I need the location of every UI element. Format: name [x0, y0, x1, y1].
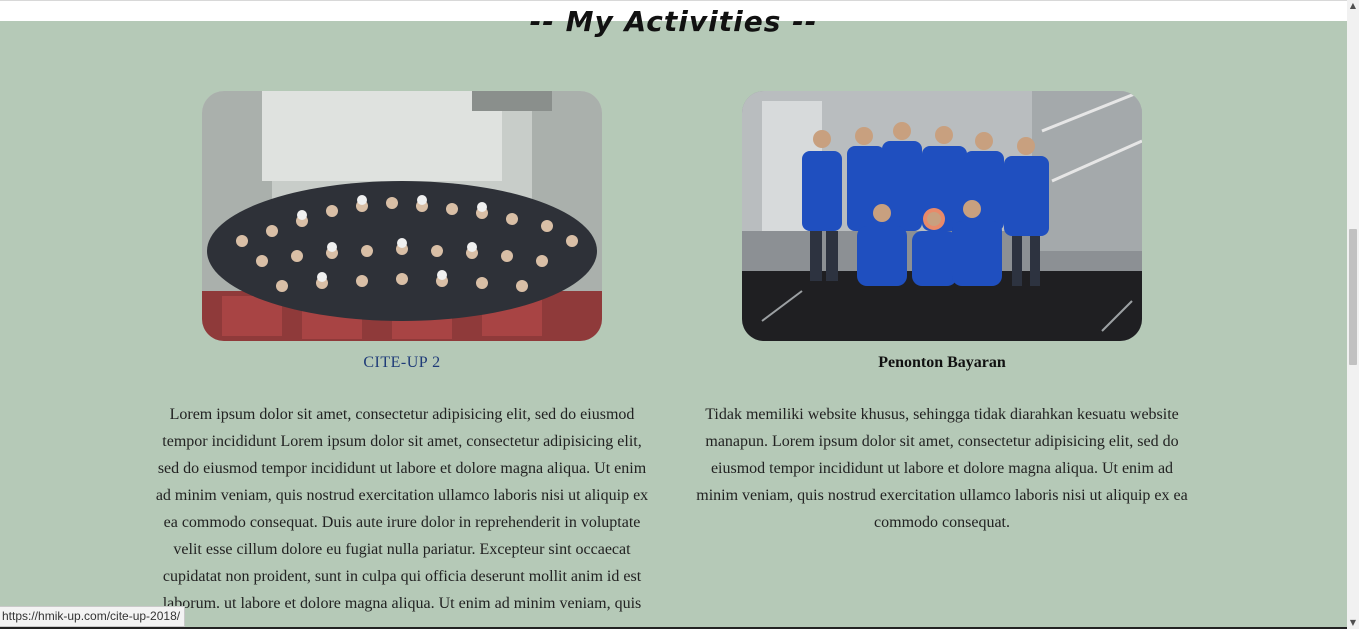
activity-description-cite-up: Lorem ipsum dolor sit amet, consectetur …: [155, 406, 649, 612]
activity-description-penonton-bayaran: Tidak memiliki website khusus, sehingga …: [696, 406, 1188, 531]
group-photo-image: [742, 91, 1142, 341]
activity-photo-penonton-bayaran[interactable]: [742, 91, 1142, 341]
scroll-up-arrow-icon[interactable]: ▲: [1347, 0, 1359, 12]
group-photo-image: [202, 91, 602, 341]
activity-card-cite-up: CITE-UP 2: [202, 91, 602, 373]
scroll-thumb[interactable]: [1349, 229, 1357, 365]
activity-card-penonton-bayaran: Penonton Bayaran: [742, 91, 1142, 373]
activity-caption-penonton-bayaran: Penonton Bayaran: [878, 354, 1006, 371]
activity-photo-cite-up[interactable]: [202, 91, 602, 341]
activity-caption-cite-up-link[interactable]: CITE-UP 2: [202, 353, 602, 373]
page: -- My Activities -- CITE-UP 2 Penonton B…: [0, 0, 1347, 629]
scroll-down-arrow-icon[interactable]: ▼: [1347, 617, 1359, 629]
section-title: -- My Activities --: [529, 5, 818, 38]
vertical-scrollbar[interactable]: ▲ ▼: [1347, 0, 1359, 629]
link-status-bar: https://hmik-up.com/cite-up-2018/: [0, 606, 186, 627]
